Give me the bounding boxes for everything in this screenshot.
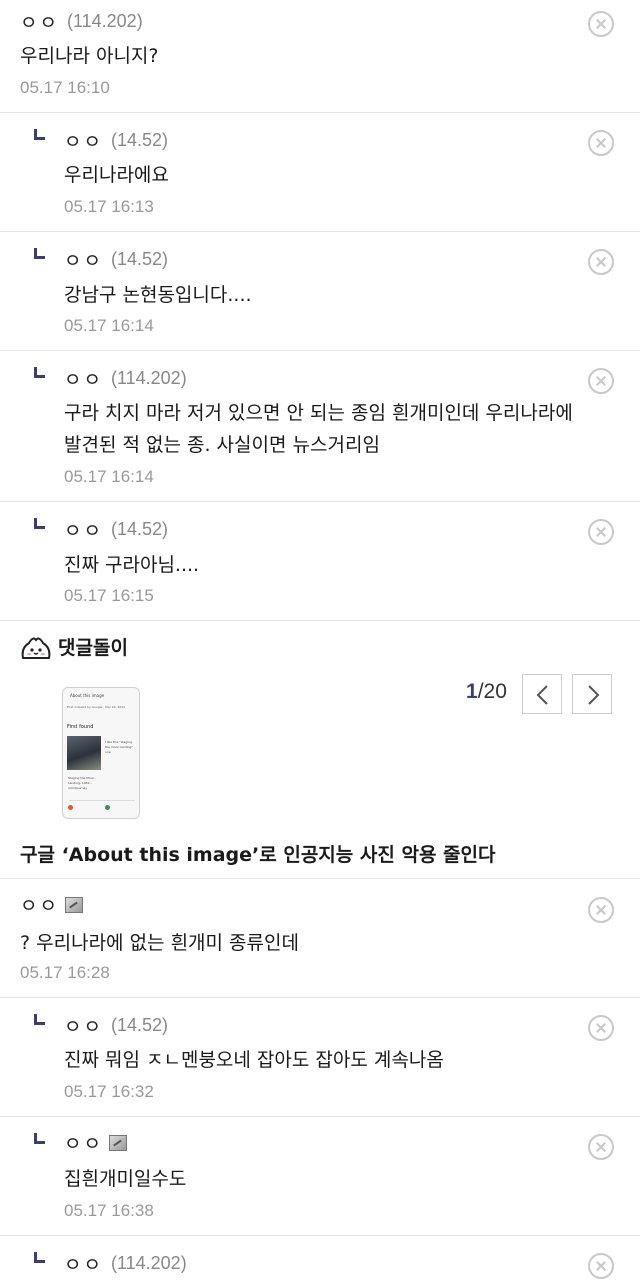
comment-date: 05.17 16:10 xyxy=(20,78,110,97)
comment-nickname[interactable]: ㅇㅇ xyxy=(64,1250,103,1277)
pager-current: 1 xyxy=(466,680,478,703)
comment-nickname[interactable]: ㅇㅇ xyxy=(20,8,59,35)
comment-nickname[interactable]: ㅇㅇ xyxy=(64,1012,103,1039)
fixed-member-icon xyxy=(64,896,83,913)
reply-item: ㅇㅇ (14.52) 진짜 구라아님.... 05.17 16:15 xyxy=(0,502,640,621)
reply-arrow-icon xyxy=(34,1252,45,1263)
pager: 1/20 xyxy=(466,680,507,704)
comment-nickname[interactable]: ㅇㅇ xyxy=(64,365,103,392)
delete-icon[interactable] xyxy=(588,11,614,37)
comment-ip: (14.52) xyxy=(110,249,169,269)
comment-nickname[interactable]: ㅇㅇ xyxy=(64,127,103,154)
reply-item: ㅇㅇ (14.52) 진짜 뭐임 ㅈㄴ멘붕오네 잡아도 잡아도 계속나옴 05.… xyxy=(0,998,640,1117)
thumb-meta: First indexed by Google · Mar 20, 2022 xyxy=(67,705,126,709)
reply-arrow-icon xyxy=(34,1133,45,1144)
reply-arrow-icon xyxy=(34,367,45,378)
reply-arrow-icon xyxy=(34,129,45,140)
reply-arrow-icon xyxy=(34,518,45,529)
comment-date: 05.17 16:15 xyxy=(64,586,154,605)
fixed-member-icon xyxy=(108,1134,127,1151)
delete-icon[interactable] xyxy=(588,519,614,545)
comment-ip: (114.202) xyxy=(110,1253,187,1273)
reply-arrow-icon xyxy=(34,248,45,259)
thumb-photo xyxy=(67,736,101,770)
comment-ip: (14.52) xyxy=(110,130,169,150)
comment-item: ㅇㅇ ? 우리나라에 없는 흰개미 종류인데 05.17 16:28 xyxy=(0,879,640,998)
comment-date: 05.17 16:32 xyxy=(64,1082,154,1101)
comment-body: ? 우리나라에 없는 흰개미 종류인데 xyxy=(20,932,299,954)
dumpling-mascot-icon xyxy=(21,637,51,659)
comment-ip: (14.52) xyxy=(110,519,169,539)
comment-body: 우리나라 아니지? xyxy=(20,45,159,67)
comment-body: 강남구 논현동입니다.... xyxy=(64,284,252,306)
thumb-title: About this image xyxy=(70,693,105,698)
comment-body: 집흰개미일수도 xyxy=(64,1168,187,1190)
comment-nickname[interactable]: ㅇㅇ xyxy=(64,246,103,273)
comment-nickname[interactable]: ㅇㅇ xyxy=(64,1129,103,1156)
comment-body: 우리나라에요 xyxy=(64,164,169,186)
comment-date: 05.17 16:14 xyxy=(64,467,154,486)
thumb-avatar xyxy=(105,805,110,810)
reply-item: ㅇㅇ (114.202) xyxy=(0,1236,640,1280)
comment-nickname[interactable]: ㅇㅇ xyxy=(20,891,59,918)
reply-item: ㅇㅇ 집흰개미일수도 05.17 16:38 xyxy=(0,1117,640,1236)
next-button[interactable] xyxy=(572,674,612,714)
chevron-right-icon xyxy=(588,685,600,705)
thumb-divider xyxy=(69,800,135,801)
delete-icon[interactable] xyxy=(588,1015,614,1041)
comment-ip: (114.202) xyxy=(110,368,187,388)
prev-button[interactable] xyxy=(522,674,562,714)
bot-title: 댓글돌이 xyxy=(58,637,128,659)
comment-body: 진짜 뭐임 ㅈㄴ멘붕오네 잡아도 잡아도 계속나옴 xyxy=(64,1049,444,1071)
comment-ip: (14.52) xyxy=(110,1015,169,1035)
comment-body-line: 발견된 적 없는 종. 사실이면 뉴스거리임 xyxy=(64,434,380,456)
comment-body: 진짜 구라아님.... xyxy=(64,554,200,576)
news-headline[interactable]: 구글 ‘About this image’로 인공지능 사진 악용 줄인다 xyxy=(20,840,495,867)
delete-icon[interactable] xyxy=(588,1134,614,1160)
delete-icon[interactable] xyxy=(588,130,614,156)
comment-body-line: 구라 치지 마라 저거 있으면 안 되는 종임 흰개미인데 우리나라에 xyxy=(64,402,573,424)
comment-nickname[interactable]: ㅇㅇ xyxy=(64,516,103,543)
news-thumbnail[interactable]: About this image First indexed by Google… xyxy=(62,687,140,819)
reply-item: ㅇㅇ (14.52) 강남구 논현동입니다.... 05.17 16:14 xyxy=(0,232,640,351)
comment-date: 05.17 16:14 xyxy=(64,316,154,335)
pager-total: /20 xyxy=(477,680,507,703)
chevron-left-icon xyxy=(536,685,548,705)
delete-icon[interactable] xyxy=(588,368,614,394)
comment-date: 05.17 16:28 xyxy=(20,963,110,982)
comment-date: 05.17 16:13 xyxy=(64,197,154,216)
thumb-avatar xyxy=(68,805,73,810)
delete-icon[interactable] xyxy=(588,897,614,923)
thumb-caption: I like this "staging the moon landing" o… xyxy=(105,740,133,754)
reply-item: ㅇㅇ (114.202) 구라 치지 마라 저거 있으면 안 되는 종임 흰개미… xyxy=(0,351,640,502)
reply-item: ㅇㅇ (14.52) 우리나라에요 05.17 16:13 xyxy=(0,113,640,232)
comment-item: ㅇㅇ (114.202) 우리나라 아니지? 05.17 16:10 xyxy=(0,0,640,113)
reply-arrow-icon xyxy=(34,1014,45,1025)
thumb-section: First found xyxy=(67,724,94,730)
delete-icon[interactable] xyxy=(588,249,614,275)
comment-date: 05.17 16:38 xyxy=(64,1201,154,1220)
thumb-left-caption: Staging the Moon Landing, 1969 - r/midjo… xyxy=(68,776,95,790)
comment-ip: (114.202) xyxy=(66,11,143,31)
delete-icon[interactable] xyxy=(588,1253,614,1279)
